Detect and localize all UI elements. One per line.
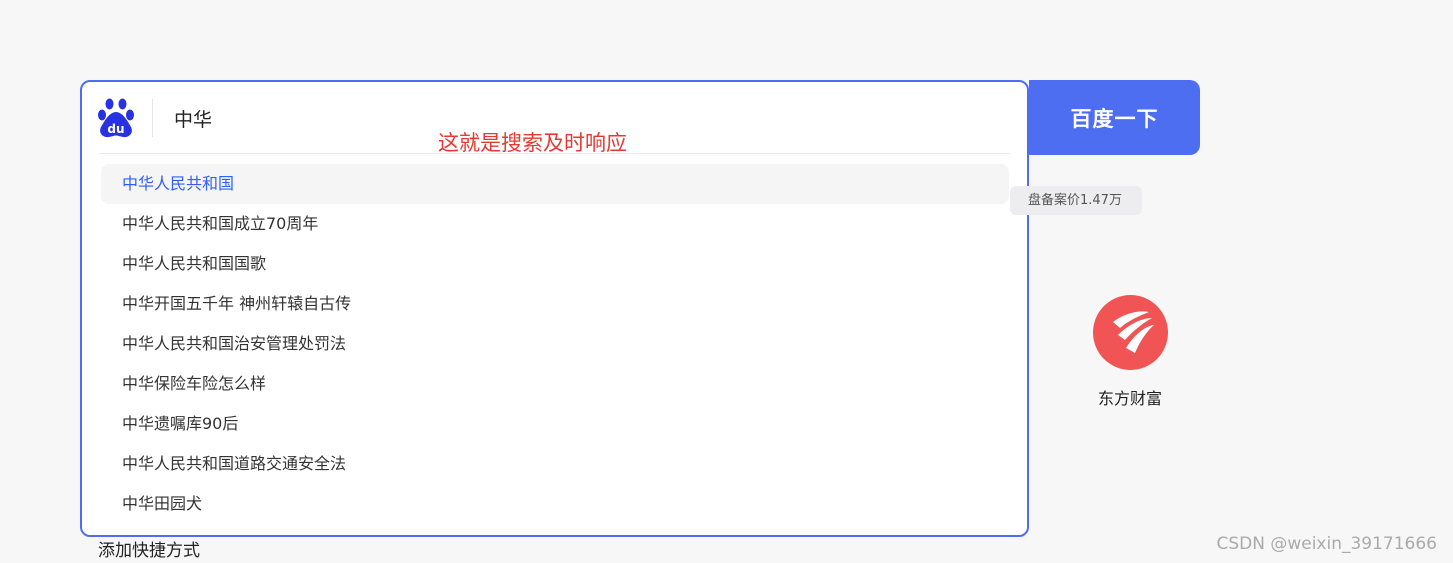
hot-search-tag[interactable]: 盘备案价1.47万 [1010, 186, 1142, 215]
suggestion-list: 中华人民共和国 中华人民共和国成立70周年 中华人民共和国国歌 中华开国五千年 … [101, 164, 1009, 524]
search-box: du 这就是搜索及时响应 中华人民共和国 中华人民共和国成立70周年 中华人民共… [80, 80, 1029, 537]
watermark: CSDN @weixin_39171666 [1216, 534, 1437, 554]
suggestion-item[interactable]: 中华遗嘱库90后 [101, 404, 1009, 444]
add-shortcut-link[interactable]: 添加快捷方式 [98, 536, 200, 561]
suggestion-item[interactable]: 中华人民共和国国歌 [101, 244, 1009, 284]
annotation-text: 这就是搜索及时响应 [438, 131, 627, 155]
suggestion-item[interactable]: 中华人民共和国成立70周年 [101, 204, 1009, 244]
suggestion-item[interactable]: 中华人民共和国道路交通安全法 [101, 444, 1009, 484]
dongfang-caifu-icon[interactable] [1093, 295, 1168, 370]
suggestion-item[interactable]: 中华人民共和国治安管理处罚法 [101, 324, 1009, 364]
suggestion-item[interactable]: 中华田园犬 [101, 484, 1009, 524]
search-row: du 这就是搜索及时响应 [82, 82, 1027, 155]
search-divider [152, 99, 153, 137]
suggestion-item[interactable]: 中华开国五千年 神州轩辕自古传 [101, 284, 1009, 324]
suggestion-item[interactable]: 中华保险车险怎么样 [101, 364, 1009, 404]
suggestion-item[interactable]: 中华人民共和国 [101, 164, 1009, 204]
shortcut-label[interactable]: 东方财富 [1080, 385, 1180, 409]
search-button[interactable]: 百度一下 [1029, 80, 1200, 155]
baidu-paw-icon: du [98, 98, 134, 138]
svg-text:du: du [107, 122, 124, 136]
